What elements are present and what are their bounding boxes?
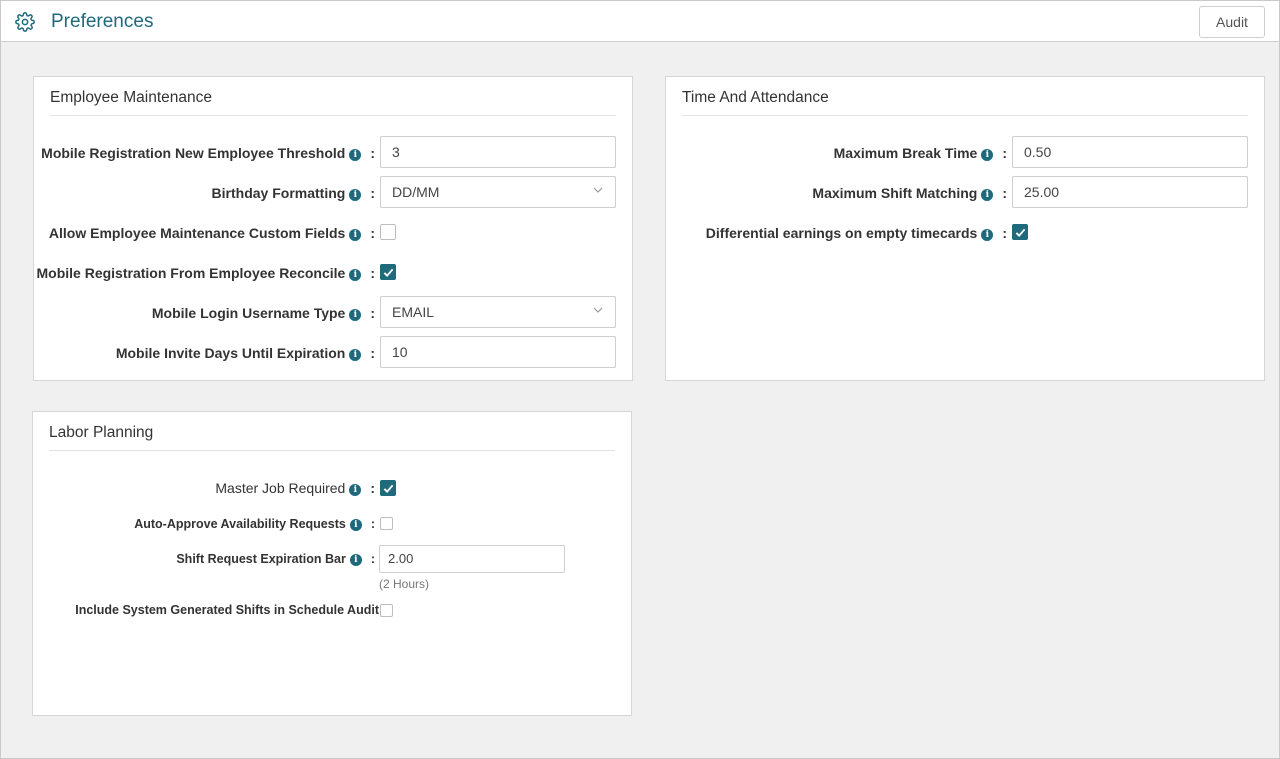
custom-fields-label: Allow Employee Maintenance Custom Fields	[48, 225, 346, 241]
break-time-label: Maximum Break Time	[833, 145, 978, 161]
birthday-formatting-label: Birthday Formatting	[211, 185, 346, 201]
system-shifts-label: Include System Generated Shifts in Sched…	[75, 603, 379, 617]
info-icon[interactable]: i	[349, 554, 362, 566]
check-icon	[383, 268, 394, 278]
panel-title: Labor Planning	[49, 424, 154, 441]
master-job-label: Master Job Required	[215, 480, 346, 496]
page-title: Preferences	[51, 11, 154, 32]
info-icon[interactable]: i	[349, 189, 362, 201]
username-type-label: Mobile Login Username Type	[151, 305, 346, 321]
differential-earnings-label: Differential earnings on empty timecards	[705, 225, 978, 241]
username-type-select[interactable]: EMAIL	[380, 296, 616, 328]
employee-maintenance-panel: Employee Maintenance Mobile Registration…	[33, 76, 633, 381]
shift-matching-input[interactable]: 25.00	[1012, 176, 1248, 208]
chevron-down-icon	[593, 307, 603, 313]
info-icon[interactable]: i	[349, 269, 362, 281]
expiration-bar-hint: (2 Hours)	[379, 577, 430, 591]
info-icon[interactable]: i	[349, 484, 362, 496]
info-icon[interactable]: i	[981, 189, 994, 201]
system-shifts-checkbox[interactable]	[380, 604, 393, 617]
break-time-input[interactable]: 0.50	[1012, 136, 1248, 168]
panel-title: Time And Attendance	[682, 89, 829, 106]
divider	[49, 450, 615, 451]
info-icon[interactable]: i	[349, 309, 362, 321]
audit-button[interactable]: Audit	[1199, 6, 1265, 38]
info-icon[interactable]: i	[349, 149, 362, 161]
threshold-label: Mobile Registration New Employee Thresho…	[41, 145, 346, 161]
invite-days-label: Mobile Invite Days Until Expiration	[115, 345, 346, 361]
divider	[682, 115, 1248, 116]
reconcile-label: Mobile Registration From Employee Reconc…	[36, 265, 346, 281]
custom-fields-checkbox[interactable]	[380, 224, 396, 240]
reconcile-checkbox[interactable]	[380, 264, 396, 280]
expiration-bar-input[interactable]: 2.00	[379, 545, 565, 573]
invite-days-input[interactable]: 10	[380, 336, 616, 368]
birthday-formatting-value: DD/MM	[392, 184, 440, 200]
time-attendance-panel: Time And Attendance Maximum Break Time i:…	[665, 76, 1265, 381]
threshold-input[interactable]: 3	[380, 136, 616, 168]
differential-earnings-checkbox[interactable]	[1012, 224, 1028, 240]
top-bar: Preferences Audit	[1, 1, 1279, 42]
birthday-formatting-select[interactable]: DD/MM	[380, 176, 616, 208]
info-icon[interactable]: i	[349, 519, 362, 531]
panel-title: Employee Maintenance	[50, 89, 212, 106]
info-icon[interactable]: i	[349, 229, 362, 241]
check-icon	[1015, 228, 1026, 238]
info-icon[interactable]: i	[981, 149, 994, 161]
auto-approve-label: Auto-Approve Availability Requests	[134, 517, 346, 531]
divider	[50, 115, 616, 116]
username-type-value: EMAIL	[392, 304, 435, 320]
check-icon	[383, 484, 394, 494]
labor-planning-panel: Labor Planning Master Job Required i: Aut…	[32, 411, 632, 716]
auto-approve-checkbox[interactable]	[380, 517, 393, 530]
info-icon[interactable]: i	[349, 349, 362, 361]
gear-icon	[15, 12, 35, 32]
master-job-checkbox[interactable]	[380, 480, 396, 496]
expiration-bar-label: Shift Request Expiration Bar	[176, 552, 346, 566]
shift-matching-label: Maximum Shift Matching	[812, 185, 978, 201]
info-icon[interactable]: i	[981, 229, 994, 241]
chevron-down-icon	[593, 187, 603, 193]
